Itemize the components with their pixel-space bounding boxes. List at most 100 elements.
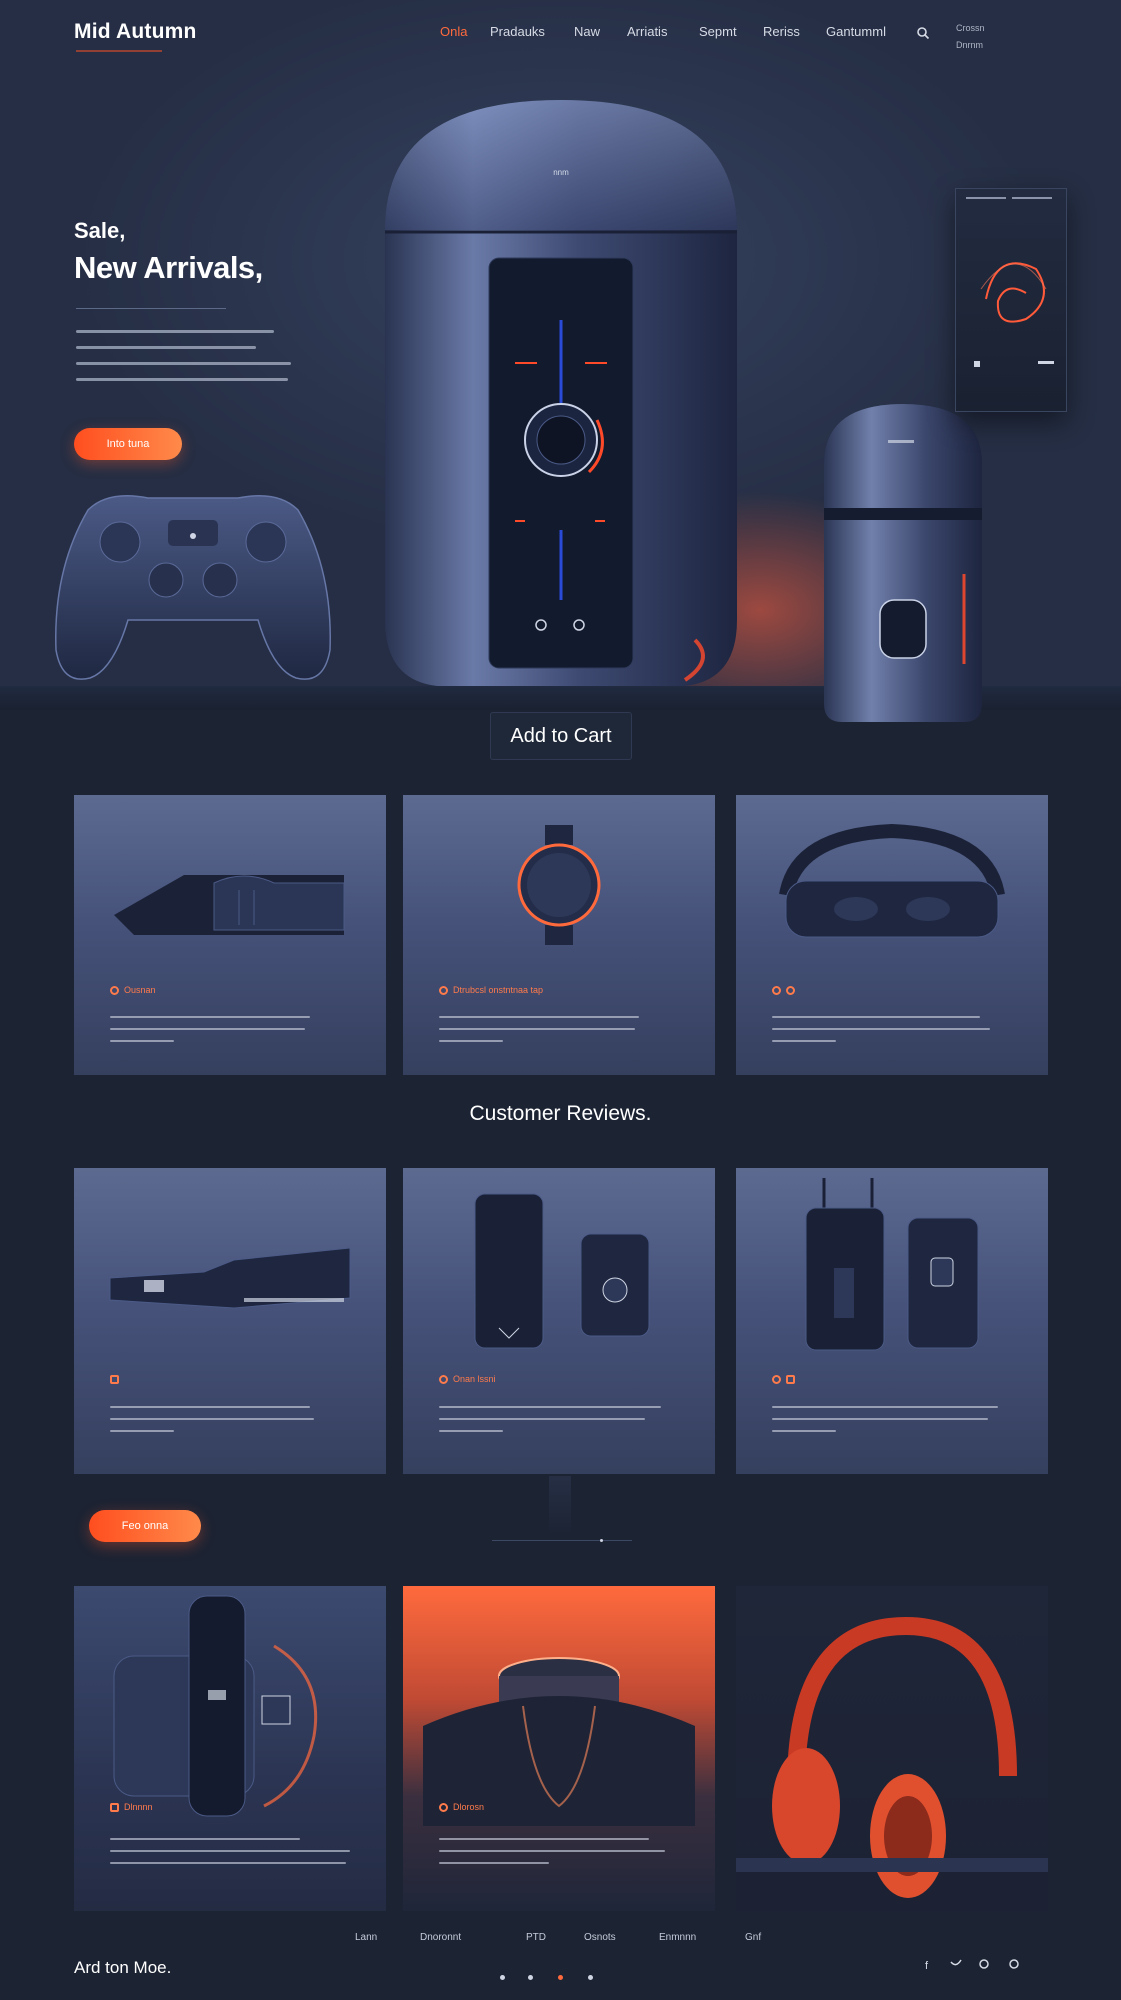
- pager-dot-active[interactable]: [558, 1975, 563, 1980]
- pager-dot[interactable]: [528, 1975, 533, 1980]
- nav-item-4[interactable]: Arriatis: [627, 24, 667, 39]
- card-tag: Ousnan: [110, 985, 156, 996]
- svg-text:f: f: [925, 1960, 929, 1970]
- youtube-icon[interactable]: [1008, 1958, 1020, 1970]
- band-device-icon: [109, 1247, 351, 1309]
- reviews-heading: Customer Reviews.: [469, 1102, 652, 1125]
- small-speaker-image[interactable]: [818, 404, 988, 724]
- tag-square-icon: [110, 1803, 119, 1813]
- card-text-line: [439, 1040, 503, 1042]
- card-text-line: [439, 1838, 649, 1840]
- instagram-icon[interactable]: [978, 1958, 990, 1970]
- handheld-device-icon: [113, 1595, 318, 1817]
- tag-dot-icon: [439, 1375, 448, 1385]
- card-text-line: [772, 1040, 836, 1042]
- hero-eyebrow: Sale,: [74, 218, 126, 243]
- card-tag: Dlorosn: [439, 1802, 484, 1813]
- card-tag-text: Dlnnnn: [124, 1802, 153, 1812]
- card-text-line: [110, 1862, 346, 1864]
- tag-dot-icon: [786, 986, 795, 996]
- pager-dot[interactable]: [588, 1975, 593, 1980]
- brand-logo[interactable]: Mid Autumn: [74, 20, 197, 44]
- featured-card[interactable]: Dlnnnn: [74, 1586, 386, 1911]
- nav-item-1[interactable]: Onla: [440, 24, 467, 39]
- card-tag: Dtrubcsl onstntnaa tap: [439, 985, 543, 996]
- tag-dot-icon: [439, 1803, 448, 1813]
- nav-item-2[interactable]: Pradauks: [490, 24, 545, 39]
- card-tag-text: Onan lssni: [453, 1374, 496, 1384]
- card-tag: [772, 1374, 800, 1385]
- card-text-line: [439, 1016, 639, 1018]
- facebook-icon[interactable]: f: [922, 1958, 934, 1970]
- card-text-line: [110, 1838, 300, 1840]
- tag-dot-icon: [110, 986, 119, 996]
- footer-brand[interactable]: Ard ton Moe.: [74, 1958, 171, 1978]
- section-divider: [492, 1540, 632, 1541]
- footer-link[interactable]: Enmnnn: [659, 1932, 696, 1943]
- game-controller-image[interactable]: [48, 480, 338, 690]
- card-text-line: [439, 1850, 665, 1852]
- hero-divider: [76, 308, 226, 309]
- headphones-icon: [736, 1616, 1048, 1898]
- footer-link[interactable]: Osnots: [584, 1932, 616, 1943]
- card-tag: Dlnnnn: [110, 1802, 153, 1813]
- hero-text-line: [76, 362, 291, 365]
- card-tag: Onan lssni: [439, 1374, 496, 1385]
- divider-dot: [600, 1539, 603, 1542]
- nav-item-3[interactable]: Naw: [574, 24, 600, 39]
- card-tag-text: Ousnan: [124, 985, 156, 995]
- footer-link[interactable]: Dnoronnt: [420, 1932, 461, 1943]
- footer-link[interactable]: Lann: [355, 1932, 377, 1943]
- card-text-line: [772, 1028, 990, 1030]
- footer-link[interactable]: PTD: [526, 1932, 546, 1943]
- product-card[interactable]: Dtrubcsl onstntnaa tap: [403, 795, 715, 1075]
- smartwatch-icon: [517, 825, 601, 945]
- abstract-art-icon: [966, 197, 1054, 367]
- pager-dot[interactable]: [500, 1975, 505, 1980]
- speaker-pair-icon: [474, 1193, 650, 1349]
- featured-card[interactable]: Dlorosn: [403, 1586, 715, 1911]
- add-to-cart-button[interactable]: Add to Cart: [490, 712, 632, 760]
- card-text-line: [439, 1418, 645, 1420]
- tag-dot-icon: [439, 986, 448, 996]
- card-text-line: [439, 1862, 549, 1864]
- tag-square-icon: [786, 1375, 795, 1385]
- card-text-line: [439, 1028, 635, 1030]
- review-card[interactable]: Onan lssni: [403, 1168, 715, 1474]
- main-speaker-image[interactable]: nnm: [385, 100, 737, 688]
- product-card[interactable]: Ousnan: [74, 795, 386, 1075]
- vr-headset-icon: [779, 823, 1005, 938]
- audio-units-icon: [805, 1178, 979, 1351]
- review-card[interactable]: [736, 1168, 1048, 1474]
- card-text-line: [110, 1850, 350, 1852]
- nav-item-7[interactable]: Gantumml: [826, 24, 886, 39]
- card-text-line: [772, 1430, 836, 1432]
- nav-item-5[interactable]: Sepmt: [699, 24, 737, 39]
- tag-square-icon: [110, 1375, 119, 1385]
- nav-cart-link[interactable]: Dnrnm: [956, 40, 983, 50]
- floating-product-card[interactable]: [955, 188, 1067, 412]
- nav-item-6[interactable]: Reriss: [763, 24, 800, 39]
- review-card[interactable]: [74, 1168, 386, 1474]
- card-text-line: [772, 1016, 980, 1018]
- tag-dot-icon: [772, 1375, 781, 1385]
- product-card[interactable]: [736, 795, 1048, 1075]
- promo-button[interactable]: Feo onna: [89, 1510, 201, 1542]
- twitter-icon[interactable]: [950, 1958, 962, 1970]
- footer-link[interactable]: Gnf: [745, 1932, 761, 1943]
- featured-card[interactable]: [736, 1586, 1048, 1911]
- card-text-line: [110, 1028, 305, 1030]
- hub-device-icon: [423, 1657, 695, 1826]
- nav-account-link[interactable]: Crossn: [956, 23, 985, 33]
- hero-text-line: [76, 378, 288, 381]
- card-text-line: [110, 1418, 314, 1420]
- card-text-line: [110, 1016, 310, 1018]
- hero-title: New Arrivals,: [74, 250, 263, 285]
- card-text-line: [439, 1406, 661, 1408]
- search-icon[interactable]: [916, 26, 930, 40]
- tag-dot-icon: [772, 986, 781, 996]
- hero-text-line: [76, 346, 256, 349]
- hero-cta-button[interactable]: Into tuna: [74, 428, 182, 460]
- speaker-brand-label: nnm: [553, 168, 569, 177]
- card-text-line: [772, 1406, 998, 1408]
